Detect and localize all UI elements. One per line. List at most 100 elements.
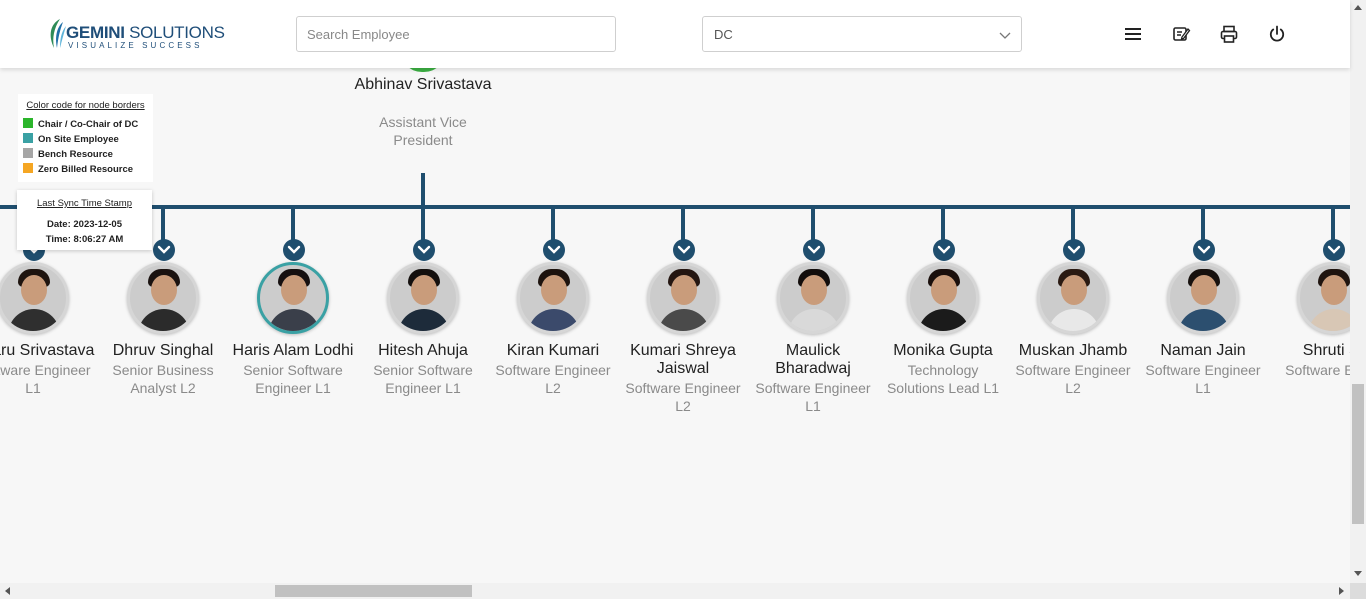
expand-node-toggle[interactable] [413, 239, 435, 261]
legend-swatch-teal [23, 132, 33, 143]
employee-title: Software Engineer L1 [0, 362, 91, 396]
horizontal-scrollbar[interactable] [0, 583, 1350, 599]
vertical-scrollbar[interactable] [1350, 0, 1366, 583]
legend-swatch-orange [23, 162, 33, 173]
last-sync-panel: Last Sync Time Stamp Date: 2023-12-05 Ti… [17, 190, 152, 250]
employee-name[interactable]: Dhruv Singhal [98, 342, 228, 360]
employee-name[interactable]: Maulick Bharadwaj [748, 342, 878, 378]
expand-node-toggle[interactable] [1193, 239, 1215, 261]
legend-swatch-green [23, 117, 33, 128]
company-logo[interactable]: GEMINI SOLUTIONS VISUALIZE SUCCESS [46, 16, 225, 52]
chevron-down-icon [677, 245, 691, 254]
employee-title: Software Engineer L1 [755, 380, 871, 414]
employee-title: Senior Software Engineer L1 [373, 362, 473, 396]
child-connector [161, 207, 165, 241]
print-icon[interactable] [1219, 24, 1239, 44]
chevron-down-icon [1067, 245, 1081, 254]
employee-avatar[interactable] [517, 262, 589, 334]
chevron-down-icon [937, 245, 951, 254]
legend-item: Bench Resource [23, 147, 148, 162]
employee-name[interactable]: Hitesh Ahuja [358, 342, 488, 360]
dc-select[interactable]: DC [702, 16, 1022, 52]
employee-avatar[interactable] [777, 262, 849, 334]
employee-avatar[interactable] [647, 262, 719, 334]
sync-title: Last Sync Time Stamp [36, 198, 133, 209]
employee-name[interactable]: Kiran Kumari [488, 342, 618, 360]
child-connector [1071, 207, 1075, 241]
expand-node-toggle[interactable] [1063, 239, 1085, 261]
chevron-down-icon [807, 245, 821, 254]
employee-title: Technology Solutions Lead L1 [886, 362, 1000, 396]
child-connector [681, 207, 685, 241]
employee-title: Software Engineer L1 [1145, 362, 1261, 396]
logo-tagline: VISUALIZE SUCCESS [68, 41, 203, 50]
employee-avatar[interactable] [127, 262, 199, 334]
chevron-down-icon [547, 245, 561, 254]
leaf-logo-icon [50, 19, 66, 48]
chevron-down-icon [1197, 245, 1211, 254]
legend-item: Chair / Co-Chair of DC [23, 117, 148, 132]
chevron-down-icon [157, 245, 171, 254]
chevron-down-icon [1327, 245, 1341, 254]
expand-node-toggle[interactable] [543, 239, 565, 261]
employee-name[interactable]: Naman Jain [1138, 342, 1268, 360]
scroll-up-arrow-icon[interactable] [1354, 5, 1362, 10]
search-employee-input[interactable] [296, 16, 616, 52]
org-chart-canvas[interactable]: Abhinav Srivastava Assistant Vice Presid… [0, 0, 1366, 583]
expand-node-toggle[interactable] [803, 239, 825, 261]
expand-node-toggle[interactable] [933, 239, 955, 261]
sibling-connector [0, 205, 1350, 209]
power-icon[interactable] [1267, 24, 1287, 44]
sync-date: Date: 2023-12-05 [47, 219, 122, 230]
chevron-down-icon [999, 32, 1011, 39]
child-connector [551, 207, 555, 241]
vertical-scroll-thumb[interactable] [1352, 384, 1364, 524]
logo-wordmark: GEMINI SOLUTIONS [66, 23, 225, 42]
expand-node-toggle[interactable] [283, 239, 305, 261]
horizontal-scroll-thumb[interactable] [275, 585, 472, 597]
employee-title: Senior Software Engineer L1 [243, 362, 343, 396]
employee-avatar[interactable] [907, 262, 979, 334]
employee-name[interactable]: Kumari Shreya Jaiswal [618, 342, 748, 378]
scroll-right-arrow-icon[interactable] [1339, 587, 1344, 595]
dc-select-value: DC [714, 27, 733, 42]
expand-node-toggle[interactable] [673, 239, 695, 261]
legend-item: On Site Employee [23, 132, 148, 147]
employee-title: Software Engineer L2 [495, 362, 611, 396]
chevron-down-icon [287, 245, 301, 254]
child-connector [421, 207, 425, 241]
root-employee-title: Assistant Vice President [379, 114, 467, 148]
menu-icon[interactable] [1123, 24, 1143, 44]
chevron-down-icon [417, 245, 431, 254]
child-connector [1201, 207, 1205, 241]
employee-avatar[interactable] [1167, 262, 1239, 334]
root-connector [421, 173, 425, 207]
employee-name[interactable]: Monika Gupta [878, 342, 1008, 360]
employee-title: Senior Business Analyst L2 [112, 362, 214, 396]
employee-avatar[interactable] [387, 262, 459, 334]
child-connector [941, 207, 945, 241]
edit-note-icon[interactable] [1171, 24, 1191, 44]
legend-title: Color code for node borders [26, 100, 145, 111]
employee-avatar[interactable] [0, 262, 69, 334]
scrollbar-corner [1350, 583, 1366, 599]
color-legend: Color code for node borders Chair / Co-C… [18, 94, 153, 182]
sync-time: Time: 8:06:27 AM [45, 234, 124, 245]
child-connector [1331, 207, 1335, 241]
legend-item: Zero Billed Resource [23, 162, 148, 177]
child-connector [291, 207, 295, 241]
root-employee-name[interactable]: Abhinav Srivastava [353, 76, 493, 94]
employee-title: Software Engineer L2 [1015, 362, 1131, 396]
employee-name[interactable]: Muskan Jhamb [1008, 342, 1138, 360]
employee-avatar[interactable] [257, 262, 329, 334]
employee-name[interactable]: Haris Alam Lodhi [228, 342, 358, 360]
child-connector [811, 207, 815, 241]
legend-swatch-gray [23, 147, 33, 158]
top-header: GEMINI SOLUTIONS VISUALIZE SUCCESS DC [0, 0, 1350, 68]
scroll-left-arrow-icon[interactable] [5, 587, 10, 595]
employee-name[interactable]: Charu Srivastava [0, 342, 98, 360]
expand-node-toggle[interactable] [153, 239, 175, 261]
employee-avatar[interactable] [1037, 262, 1109, 334]
scroll-down-arrow-icon[interactable] [1354, 571, 1362, 576]
expand-node-toggle[interactable] [1323, 239, 1345, 261]
